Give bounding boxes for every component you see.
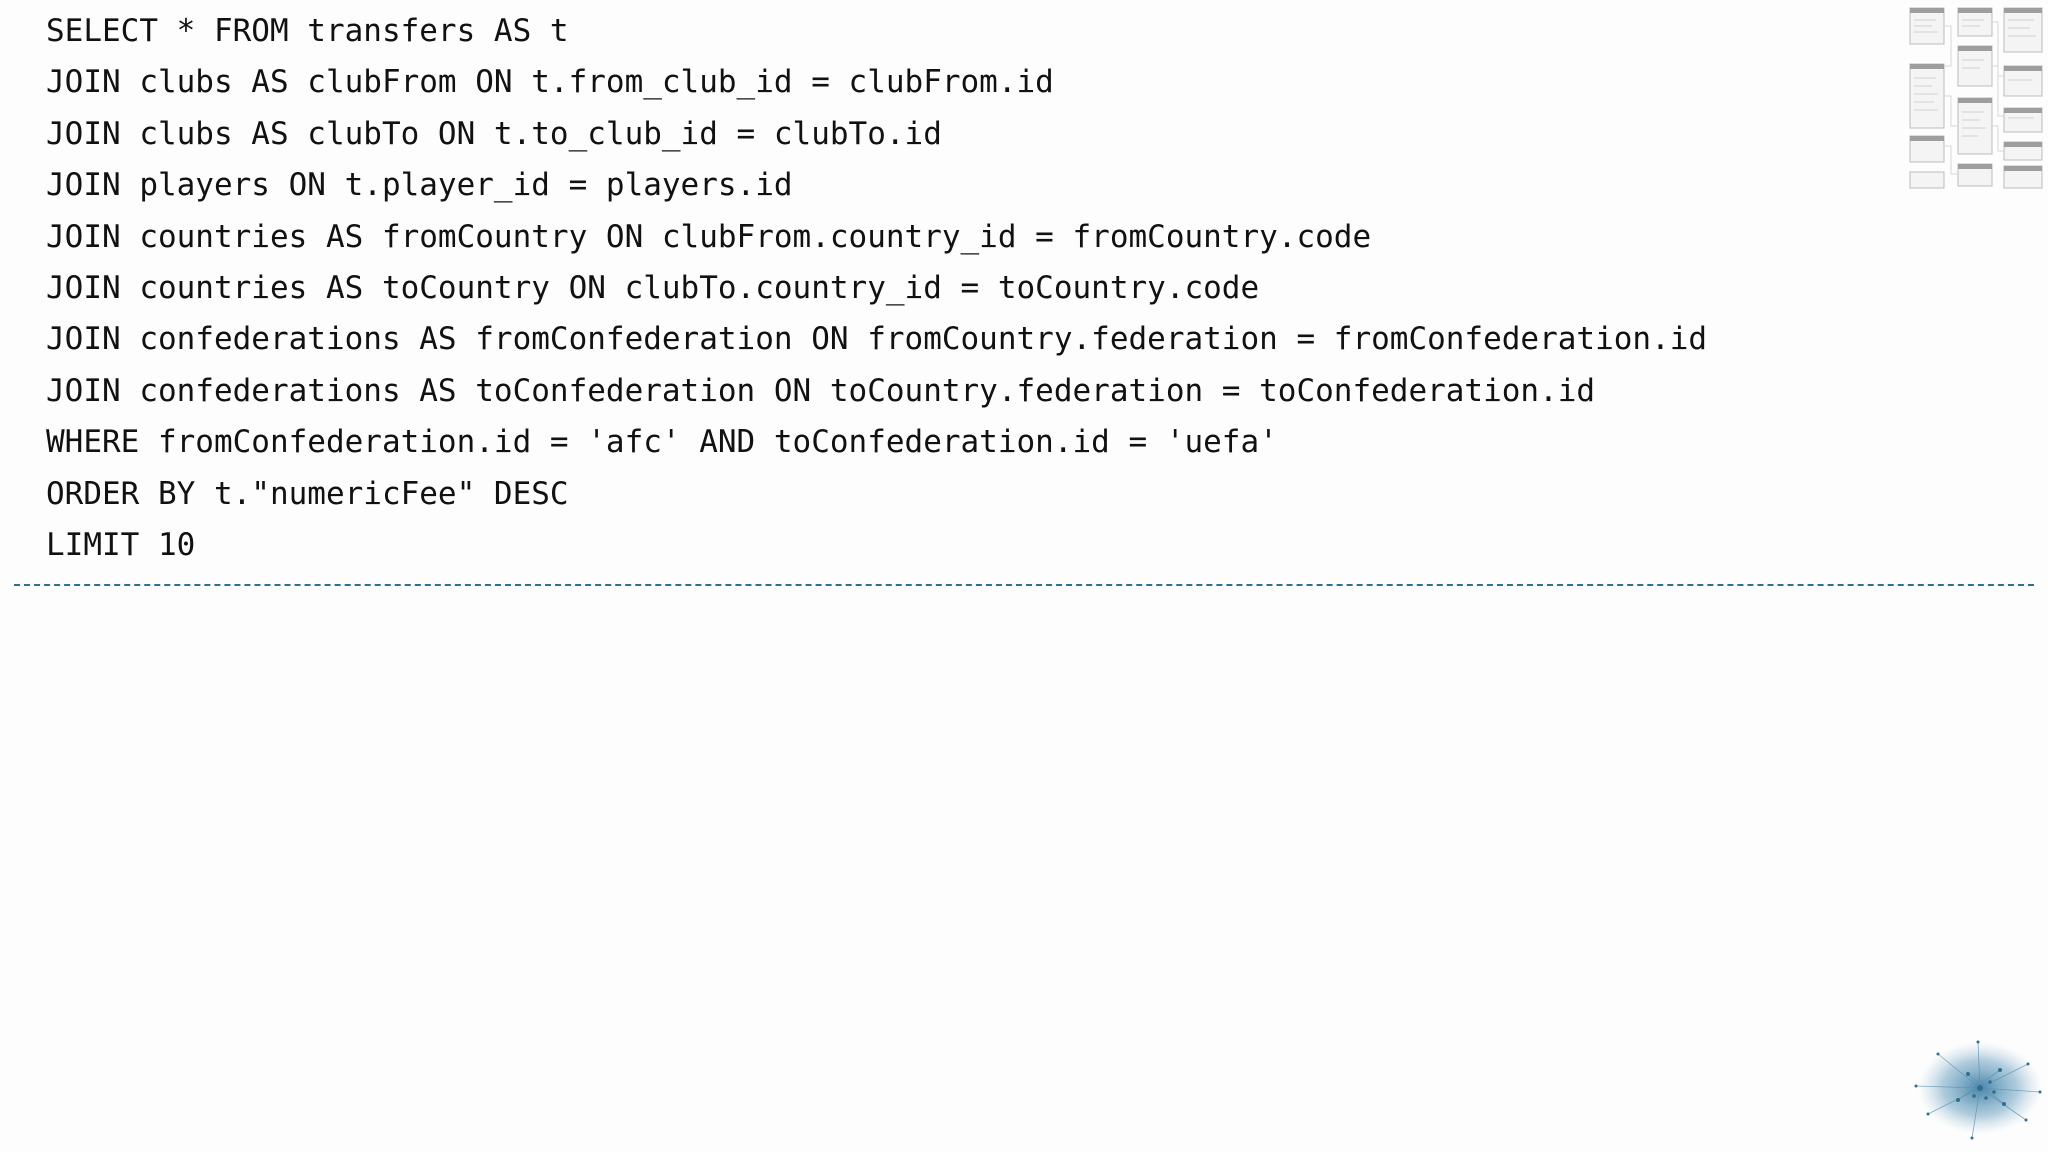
sql-line-where: WHERE fromConfederation.id = 'afc' AND t…: [46, 424, 1278, 461]
section-divider: [14, 584, 2034, 586]
database-schema-icon: [1908, 6, 2046, 192]
sql-line-join-club-from: JOIN clubs AS clubFrom ON t.from_club_id…: [46, 64, 1054, 101]
network-graph-icon: [1908, 1034, 2046, 1146]
sql-query-editor[interactable]: SELECT * FROM transfers AS t JOIN clubs …: [46, 6, 1707, 571]
sql-line-limit: LIMIT 10: [46, 526, 196, 563]
sql-line-join-to-confederation: JOIN confederations AS toConfederation O…: [46, 372, 1596, 409]
sql-line-join-from-confederation: JOIN confederations AS fromConfederation…: [46, 321, 1708, 358]
sql-line-join-from-country: JOIN countries AS fromCountry ON clubFro…: [46, 218, 1372, 255]
sql-line-join-to-country: JOIN countries AS toCountry ON clubTo.co…: [46, 269, 1260, 306]
query-slide: SELECT * FROM transfers AS t JOIN clubs …: [0, 0, 2048, 1152]
sql-line-join-players: JOIN players ON t.player_id = players.id: [46, 167, 793, 204]
sql-line-order-by: ORDER BY t."numericFee" DESC: [46, 475, 569, 512]
sql-line-join-club-to: JOIN clubs AS clubTo ON t.to_club_id = c…: [46, 115, 942, 152]
sql-line-select: SELECT * FROM transfers AS t: [46, 13, 569, 49]
